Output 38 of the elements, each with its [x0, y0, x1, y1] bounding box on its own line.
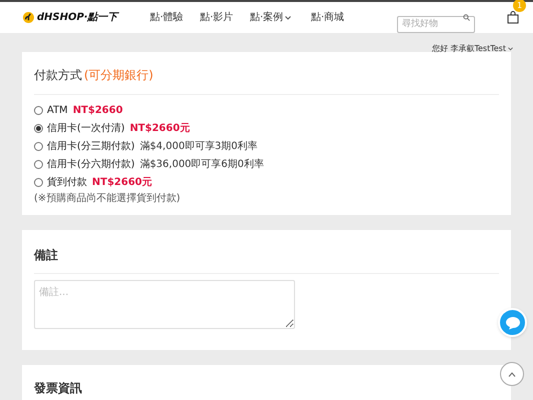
option-label[interactable]: ATM	[47, 103, 68, 118]
chat-button[interactable]	[498, 308, 527, 337]
scroll-top-button[interactable]	[500, 362, 524, 386]
chevron-down-icon	[508, 47, 513, 51]
user-menu[interactable]: 您好 李承叡TestTest	[432, 43, 513, 55]
chat-icon	[504, 316, 520, 330]
section-note: (可分期銀行)	[84, 67, 154, 84]
search-field[interactable]: 尋找好物	[397, 16, 475, 32]
radio-button[interactable]	[34, 142, 43, 151]
cart-badge: 1	[513, 0, 526, 12]
section-title: 發票資訊	[34, 380, 83, 397]
footnote: (※預購商品尚不能選擇貨到付款)	[34, 192, 182, 206]
radio-button[interactable]	[34, 160, 43, 169]
radio-button[interactable]	[34, 124, 43, 133]
chevron-down-icon	[285, 16, 292, 20]
chevron-up-icon	[508, 372, 516, 376]
option-label[interactable]: 信用卡(分三期付款)	[47, 139, 135, 154]
shopping-bag-icon[interactable]	[507, 11, 519, 24]
price-text: NT$2660	[72, 104, 123, 118]
radio-button[interactable]	[34, 178, 43, 187]
radio-button[interactable]	[34, 106, 43, 115]
promo-text: 滿$4,000即可享3期0利率	[140, 140, 258, 154]
option-label[interactable]: 貨到付款	[47, 175, 87, 190]
nav-link[interactable]: 點·商城	[311, 10, 361, 25]
section-title: 備註	[34, 246, 499, 274]
option-label[interactable]: 信用卡(一次付清)	[47, 121, 125, 136]
promo-text: 滿$36,000即可享6期0利率	[140, 158, 264, 172]
nav-link[interactable]: 點·案例	[250, 10, 311, 25]
price-text: NT$2660元	[92, 176, 152, 190]
nav-link[interactable]: 點·影片	[200, 10, 250, 25]
section-title: 付款方式	[34, 67, 82, 84]
logo-icon	[23, 12, 34, 23]
price-text: NT$2660元	[130, 122, 190, 136]
option-label[interactable]: 信用卡(分六期付款)	[47, 157, 135, 172]
search-icon[interactable]	[463, 14, 470, 21]
remarks-field[interactable]: 備註...	[34, 280, 295, 329]
nav-link[interactable]: 點·體驗	[150, 10, 200, 25]
logo-text[interactable]: dHSHOP·點一下	[37, 10, 118, 25]
